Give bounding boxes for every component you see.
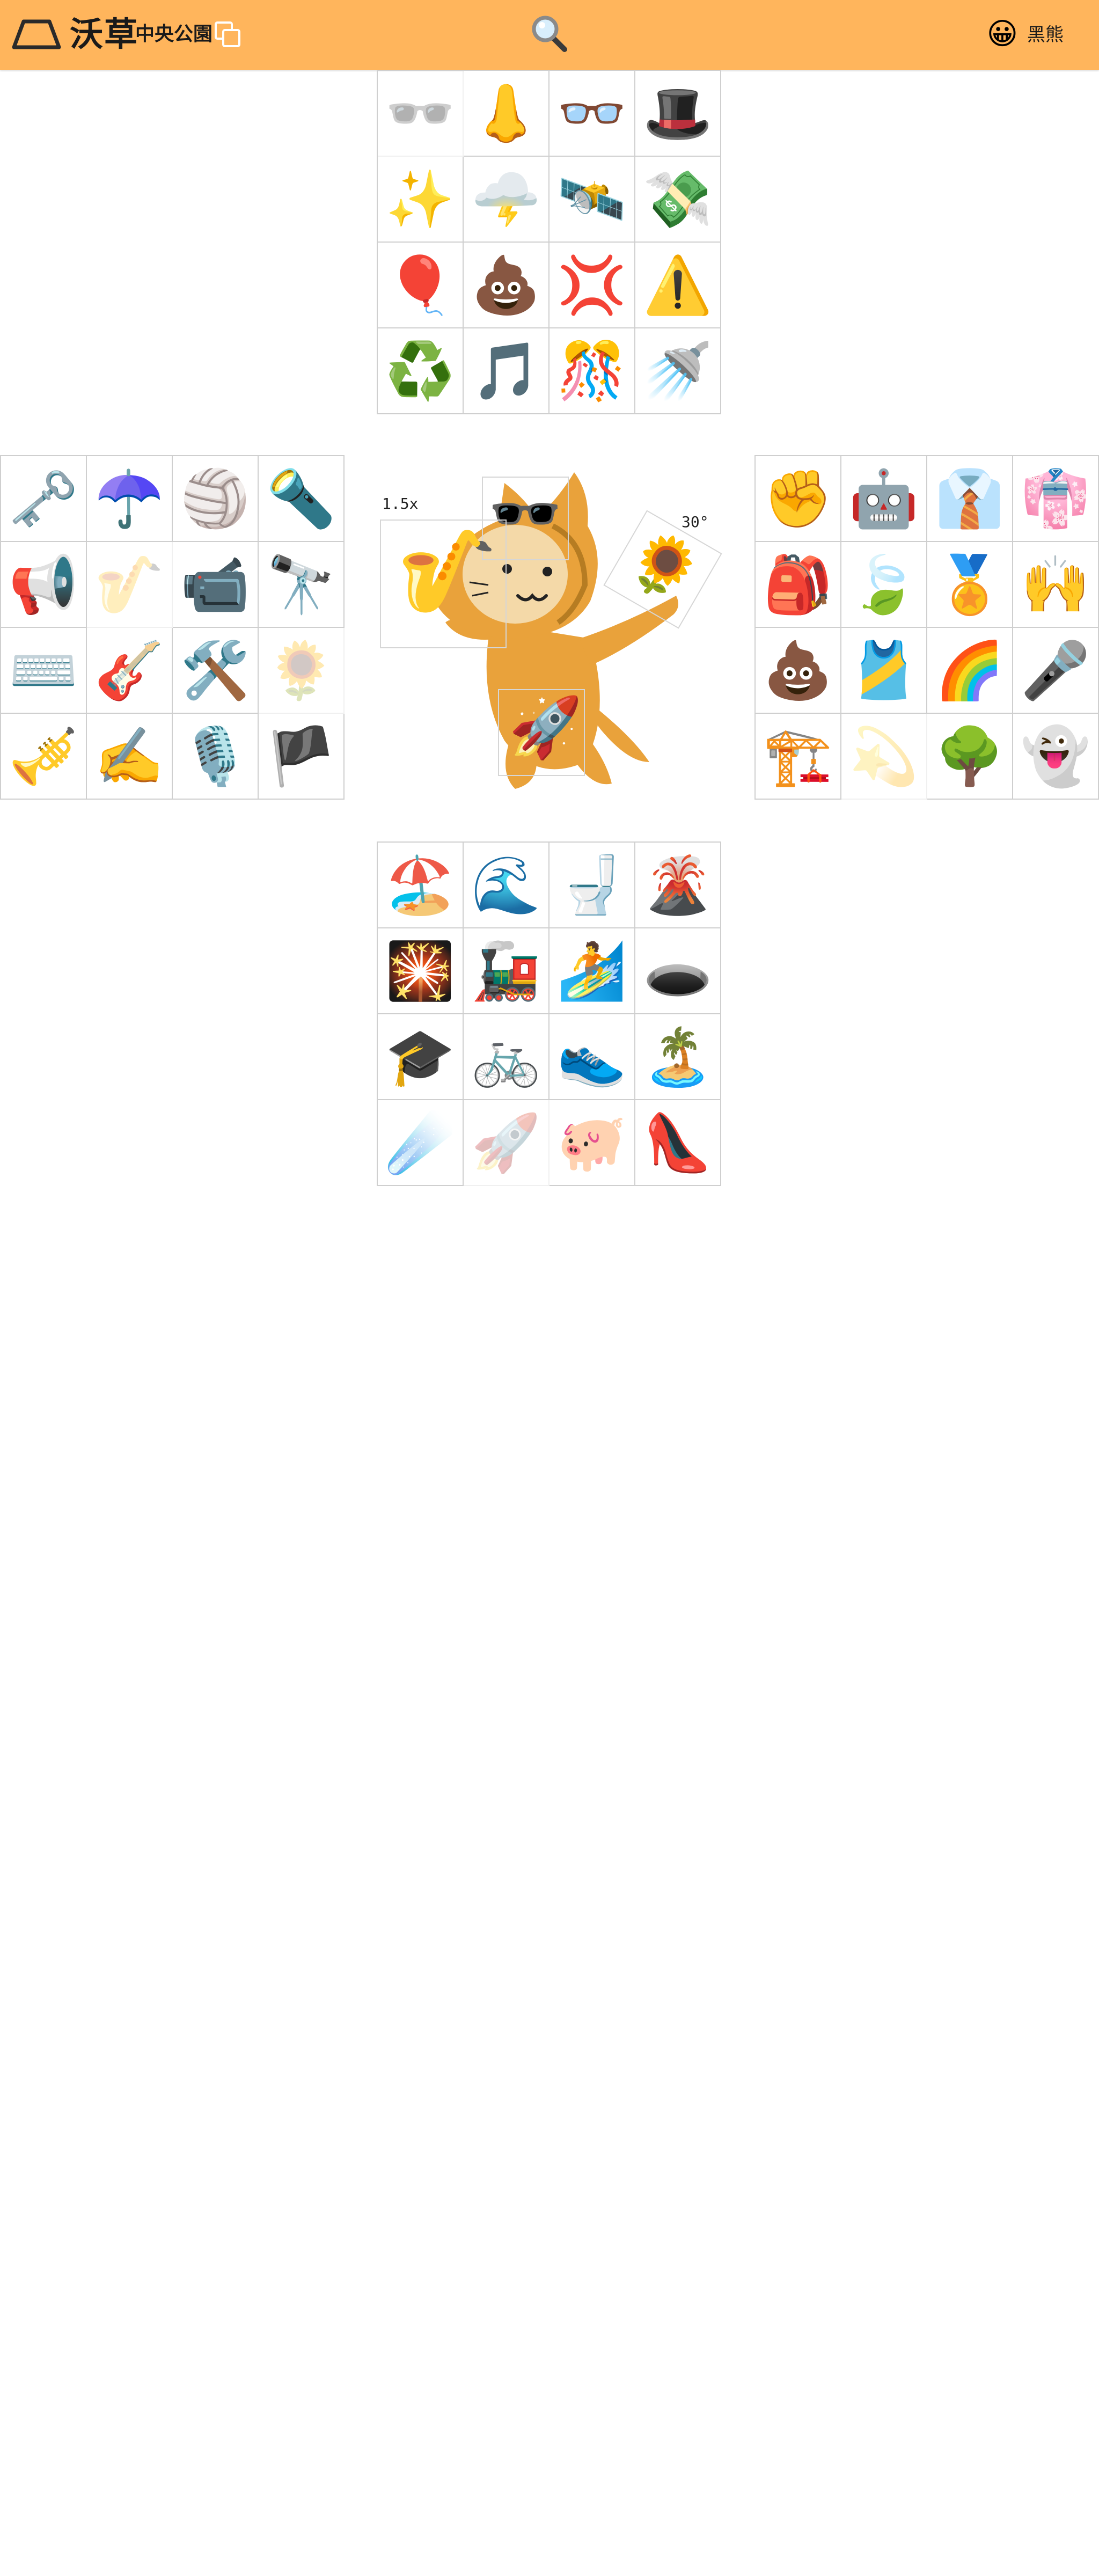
- emoji-cell[interactable]: 🎤: [1013, 628, 1099, 714]
- brand-title[interactable]: 沃草: [70, 13, 138, 56]
- scale-indicator: 1.5x: [382, 495, 419, 513]
- emoji-cell[interactable]: ✍️: [87, 714, 173, 800]
- saxophone-prop[interactable]: 🎷: [397, 531, 497, 612]
- emoji-cell[interactable]: 💩: [464, 243, 550, 328]
- emoji-cell[interactable]: 👃: [464, 71, 550, 157]
- emoji-cell[interactable]: 🚿: [635, 328, 721, 414]
- emoji-cell[interactable]: 🚂: [464, 928, 550, 1014]
- emoji-cell[interactable]: 👘: [1013, 456, 1099, 542]
- emoji-cell[interactable]: ⌨️: [1, 628, 87, 714]
- emoji-cell[interactable]: 💸: [635, 157, 721, 243]
- copy-icon[interactable]: [214, 20, 243, 49]
- emoji-cell[interactable]: 💩: [756, 628, 841, 714]
- emoji-cell[interactable]: ☄️: [378, 1100, 464, 1186]
- emoji-cell[interactable]: 🍃: [841, 542, 927, 628]
- emoji-cell[interactable]: ☂️: [87, 456, 173, 542]
- user-avatar[interactable]: 😀: [985, 17, 1020, 52]
- emoji-cell[interactable]: 🎙️: [173, 714, 259, 800]
- emoji-cell[interactable]: 👔: [927, 456, 1013, 542]
- emoji-cell[interactable]: 🛰️: [550, 157, 635, 243]
- emoji-cell[interactable]: 🚲: [464, 1014, 550, 1100]
- emoji-cell[interactable]: 🚀: [464, 1100, 550, 1186]
- emoji-cell[interactable]: 🔭: [259, 542, 345, 628]
- emoji-cell[interactable]: 🏖️: [378, 843, 464, 928]
- emoji-cell[interactable]: 🎺: [1, 714, 87, 800]
- emoji-cell[interactable]: ⚠️: [635, 243, 721, 328]
- emoji-cell[interactable]: 🎽: [841, 628, 927, 714]
- emoji-cell[interactable]: 🌩️: [464, 157, 550, 243]
- emoji-cell[interactable]: 🌻: [259, 628, 345, 714]
- emoji-cell[interactable]: 🌈: [927, 628, 1013, 714]
- emoji-cell[interactable]: 🔦: [259, 456, 345, 542]
- emoji-cell[interactable]: 🛠️: [173, 628, 259, 714]
- emoji-cell[interactable]: 🏝️: [635, 1014, 721, 1100]
- emoji-cell[interactable]: 👓: [550, 71, 635, 157]
- emoji-cell[interactable]: 🎊: [550, 328, 635, 414]
- emoji-cell[interactable]: 🎷: [87, 542, 173, 628]
- emoji-cell[interactable]: ♻️: [378, 328, 464, 414]
- emoji-cell[interactable]: 🏄: [550, 928, 635, 1014]
- emoji-cell[interactable]: 🙌: [1013, 542, 1099, 628]
- emoji-grid-bottom: 🏖️ 🌊 🚽 🌋 🎇 🚂 🏄 🕳️ 🎓 🚲 👟 🏝️ ☄️ 🚀 🐖 👠: [377, 841, 721, 1186]
- brand-subtitle: 中央公園: [135, 23, 213, 45]
- emoji-cell[interactable]: 📢: [1, 542, 87, 628]
- emoji-cell[interactable]: 🎵: [464, 328, 550, 414]
- rotation-indicator: 30°: [682, 513, 709, 531]
- emoji-cell[interactable]: 📹: [173, 542, 259, 628]
- emoji-cell[interactable]: 🎇: [378, 928, 464, 1014]
- emoji-grid-top: 🕶️ 👃 👓 🎩 ✨ 🌩️ 🛰️ 💸 🎈 💩 💢 ⚠️ ♻️ 🎵 🎊 🚿: [377, 70, 721, 414]
- emoji-cell[interactable]: 💢: [550, 243, 635, 328]
- emoji-cell[interactable]: ✊: [756, 456, 841, 542]
- emoji-cell[interactable]: 🌳: [927, 714, 1013, 800]
- emoji-cell[interactable]: 👻: [1013, 714, 1099, 800]
- emoji-cell[interactable]: 🕳️: [635, 928, 721, 1014]
- emoji-cell[interactable]: 🕶️: [378, 71, 464, 157]
- emoji-grid-left: 🗝️ ☂️ 🏐 🔦 📢 🎷 📹 🔭 ⌨️ 🎸 🛠️ 🌻 🎺 ✍️ 🎙️ 🏴: [0, 455, 345, 800]
- emoji-cell[interactable]: 🎸: [87, 628, 173, 714]
- emoji-cell[interactable]: 🏗️: [756, 714, 841, 800]
- emoji-cell[interactable]: 🚽: [550, 843, 635, 928]
- emoji-cell[interactable]: 🎩: [635, 71, 721, 157]
- emoji-cell[interactable]: 🏐: [173, 456, 259, 542]
- emoji-cell[interactable]: 🎒: [756, 542, 841, 628]
- emoji-cell[interactable]: 🗝️: [1, 456, 87, 542]
- emoji-grid-right: ✊ 🤖 👔 👘 🎒 🍃 🏅 🙌 💩 🎽 🌈 🎤 🏗️ 💫 🌳 👻: [754, 455, 1099, 800]
- emoji-cell[interactable]: 🐖: [550, 1100, 635, 1186]
- emoji-cell[interactable]: 💫: [841, 714, 927, 800]
- emoji-cell[interactable]: 👟: [550, 1014, 635, 1100]
- emoji-cell[interactable]: 🌊: [464, 843, 550, 928]
- emoji-cell[interactable]: 🏴: [259, 714, 345, 800]
- character-stage: 🕶️ 🎷 1.5x 🌻 30° 🚀: [376, 462, 730, 805]
- emoji-cell[interactable]: ✨: [378, 157, 464, 243]
- emoji-cell[interactable]: 🎓: [378, 1014, 464, 1100]
- emoji-cell[interactable]: 🎈: [378, 243, 464, 328]
- app-header: 沃草 中央公園 😀 黑熊: [0, 0, 1099, 70]
- trapezoid-logo-icon[interactable]: [12, 18, 61, 50]
- rocket-prop[interactable]: 🚀: [509, 698, 582, 757]
- emoji-cell[interactable]: 👠: [635, 1100, 721, 1186]
- magnifier-icon[interactable]: [530, 14, 568, 53]
- emoji-cell[interactable]: 🤖: [841, 456, 927, 542]
- username-label[interactable]: 黑熊: [1027, 21, 1064, 48]
- emoji-cell[interactable]: 🏅: [927, 542, 1013, 628]
- emoji-cell[interactable]: 🌋: [635, 843, 721, 928]
